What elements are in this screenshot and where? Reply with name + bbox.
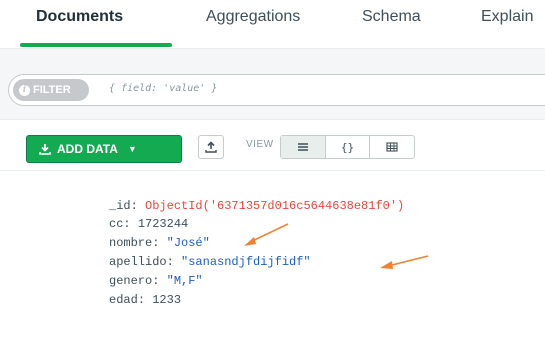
add-data-label: ADD DATA	[57, 142, 118, 156]
list-icon	[297, 143, 308, 151]
import-button[interactable]	[198, 135, 224, 159]
table-view-button[interactable]	[370, 136, 414, 158]
document-field-row: genero: "M,F"	[109, 274, 203, 288]
view-mode-switcher: {}	[280, 135, 415, 159]
document-field-row: _id: ObjectId('6371357d016c5644638e81f0'…	[109, 199, 405, 213]
annotation-arrow-icon	[244, 223, 289, 246]
field-value[interactable]: "sanasndjfdijfidf"	[181, 255, 311, 269]
field-value[interactable]: "M,F"	[167, 274, 203, 288]
filter-input[interactable]: i FILTER { field: 'value' }	[8, 74, 545, 106]
field-key: cc	[109, 217, 124, 231]
field-value[interactable]: "José"	[167, 236, 210, 250]
info-icon: i	[19, 84, 30, 96]
tab-explain[interactable]: Explain	[481, 8, 533, 32]
field-value[interactable]: 1233	[152, 293, 181, 307]
tab-aggregations[interactable]: Aggregations	[206, 8, 300, 32]
document-card: _id: ObjectId('6371357d016c5644638e81f0'…	[0, 172, 545, 347]
view-label: VIEW	[246, 139, 274, 150]
field-key: genero	[109, 274, 153, 288]
field-value[interactable]: ObjectId('6371357d016c5644638e81f0')	[145, 199, 404, 213]
field-value[interactable]: 1723244	[138, 217, 188, 231]
table-icon	[386, 142, 398, 152]
field-key: nombre	[109, 236, 153, 250]
tab-documents[interactable]: Documents	[36, 8, 123, 32]
upload-icon	[205, 141, 217, 153]
field-key: apellido	[109, 255, 167, 269]
json-icon: {}	[340, 140, 355, 154]
field-key: _id	[109, 199, 131, 213]
field-key: edad	[109, 293, 138, 307]
active-tab-indicator	[20, 43, 172, 47]
filter-placeholder: { field: 'value' }	[109, 83, 218, 94]
filter-bar: i FILTER { field: 'value' }	[0, 48, 545, 120]
add-data-button[interactable]: ADD DATA ▼	[26, 135, 182, 163]
document-field-row: cc: 1723244	[109, 217, 189, 231]
list-view-button[interactable]	[281, 136, 326, 158]
filter-pill-label: FILTER	[33, 84, 71, 96]
filter-label-pill: i FILTER	[13, 79, 89, 101]
document-field-row: nombre: "José"	[109, 236, 210, 250]
download-icon	[39, 144, 51, 155]
document-field-row: apellido: "sanasndjfdijfidf"	[109, 255, 311, 269]
tab-bar: Documents Aggregations Schema Explain	[0, 0, 545, 48]
tab-schema[interactable]: Schema	[362, 8, 421, 32]
annotation-arrow-icon	[380, 255, 429, 269]
json-view-button[interactable]: {}	[326, 136, 371, 158]
chevron-down-icon: ▼	[127, 144, 137, 154]
documents-toolbar: ADD DATA ▼ VIEW {}	[0, 121, 545, 171]
document-field-row: edad: 1233	[109, 293, 182, 307]
